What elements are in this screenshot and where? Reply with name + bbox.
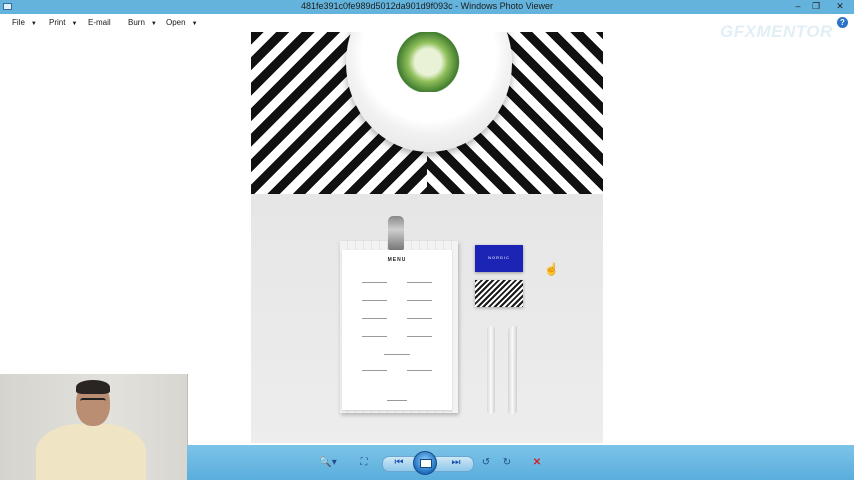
actual-size-icon[interactable]: ⛶ [357, 456, 371, 470]
presenter-torso [36, 424, 146, 480]
webcam-overlay [0, 374, 188, 480]
chevron-down-icon: ▼ [71, 21, 78, 27]
rotate-counterclockwise-icon[interactable]: ↺ [479, 456, 493, 470]
menu-text-line [362, 336, 387, 337]
minimize-button[interactable]: – [788, 0, 808, 14]
menu-text-line [407, 318, 432, 319]
menu-text-line [384, 354, 410, 355]
fork [487, 326, 495, 414]
salad-garnish [396, 32, 460, 92]
stationery-mockup: MENU NORDIC [251, 194, 603, 443]
chevron-down-icon: ▼ [30, 21, 37, 27]
viewer-toolbar: 🔍▾ ⛶ ⏮ ⏭ ↺ ↻ ✕ [187, 445, 854, 480]
slideshow-button[interactable] [413, 451, 437, 475]
chevron-down-icon: ▼ [150, 21, 157, 27]
menu-card-heading: MENU [387, 257, 407, 263]
displayed-photo[interactable]: MENU NORDIC [251, 32, 603, 443]
business-card-back [475, 280, 523, 307]
menu-text-line [407, 300, 432, 301]
menu-text-line [362, 318, 387, 319]
chevron-pattern-background [251, 32, 603, 194]
help-icon[interactable]: ? [837, 17, 848, 28]
menu-text-line [387, 400, 407, 401]
chevron-down-icon: ▼ [191, 21, 198, 27]
menu-text-line [362, 370, 387, 371]
window-title: 481fe391c0fe989d5012da901d9f093c - Windo… [300, 1, 554, 11]
menu-print[interactable]: Print ▼ [49, 18, 77, 27]
zoom-icon[interactable]: 🔍▾ [317, 456, 339, 470]
menu-text-line [407, 370, 432, 371]
knife [508, 326, 517, 414]
menu-email[interactable]: E-mail [88, 18, 111, 27]
menu-open-label: Open [166, 18, 186, 27]
previous-icon[interactable]: ⏮ [390, 456, 408, 470]
menu-email-label: E-mail [88, 18, 111, 27]
hand-cursor-icon: ☝ [544, 262, 559, 276]
next-icon[interactable]: ⏭ [447, 456, 465, 470]
menu-text-line [362, 300, 387, 301]
rotate-clockwise-icon[interactable]: ↻ [500, 456, 514, 470]
clipboard-clip [388, 216, 404, 250]
menu-card: MENU [342, 250, 452, 410]
delete-icon[interactable]: ✕ [530, 456, 544, 470]
menu-burn[interactable]: Burn ▼ [128, 18, 157, 27]
menu-text-line [407, 336, 432, 337]
business-card-front: NORDIC [475, 245, 523, 272]
menu-open[interactable]: Open ▼ [166, 18, 198, 27]
menu-text-line [407, 282, 432, 283]
maximize-button[interactable]: ❐ [806, 0, 826, 14]
close-window-button[interactable]: ✕ [826, 0, 854, 14]
menu-burn-label: Burn [128, 18, 145, 27]
menu-text-line [362, 282, 387, 283]
channel-watermark: GFXMENTOR [720, 22, 833, 41]
menu-print-label: Print [49, 18, 66, 27]
presenter-hair [76, 380, 110, 394]
presenter-glasses [80, 398, 106, 405]
menu-file-label: File [12, 18, 25, 27]
menu-file[interactable]: File ▼ [12, 18, 37, 27]
business-card-logo: NORDIC [488, 255, 510, 260]
title-bar: 481fe391c0fe989d5012da901d9f093c - Windo… [0, 0, 854, 14]
